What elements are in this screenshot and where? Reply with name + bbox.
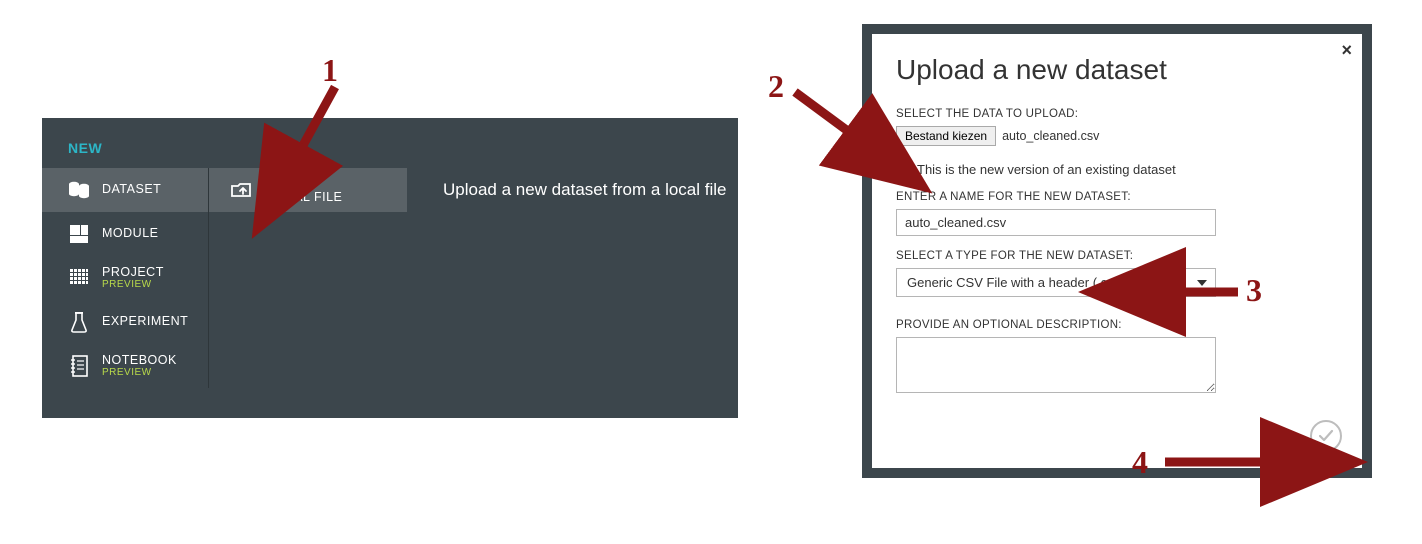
annotation-number-4: 4 [1132,444,1148,481]
dataset-type-value: Generic CSV File with a header (.csv) [907,275,1124,290]
sidebar-item-project[interactable]: PROJECT PREVIEW [42,256,208,300]
annotation-number-3: 3 [1246,272,1262,309]
annotation-number-2: 2 [768,68,784,105]
chosen-file-name: auto_cleaned.csv [1002,129,1099,143]
sidebar-item-experiment[interactable]: EXPERIMENT [42,300,208,344]
confirm-button[interactable] [1310,420,1342,452]
sidebar-item-label: MODULE [102,227,158,241]
sidebar-item-label: DATASET [102,183,161,197]
new-items-panel: NEW DATASET [42,118,738,418]
dialog-title: Upload a new dataset [896,54,1338,86]
sidebar-item-dataset[interactable]: DATASET [42,168,208,212]
empty-area [208,212,738,256]
experiment-row: EXPERIMENT [42,300,738,344]
project-row: PROJECT PREVIEW [42,256,738,300]
sidebar-item-module[interactable]: MODULE [42,212,208,256]
choose-file-button[interactable]: Bestand kiezen [896,126,996,146]
dataset-description-textarea[interactable] [896,337,1216,393]
close-icon[interactable]: × [1341,40,1352,61]
annotation-arrow-2 [790,82,890,162]
name-label: ENTER A NAME FOR THE NEW DATASET: [896,191,1338,203]
module-row: MODULE [42,212,738,256]
upload-dataset-dialog: × Upload a new dataset SELECT THE DATA T… [862,24,1372,478]
notebook-row: NOTEBOOK PREVIEW [42,344,738,388]
sidebar-item-label: NOTEBOOK [102,354,177,368]
annotation-arrow-3 [1158,282,1248,302]
empty-area [208,256,738,300]
file-chooser-row: Bestand kiezen auto_cleaned.csv [896,126,1338,146]
new-version-checkbox-row[interactable]: This is the new version of an existing d… [896,162,1338,177]
sidebar-item-label: EXPERIMENT [102,315,188,329]
type-label: SELECT A TYPE FOR THE NEW DATASET: [896,250,1338,262]
empty-area [208,300,738,344]
empty-area [208,344,738,388]
description-label: PROVIDE AN OPTIONAL DESCRIPTION: [896,319,1338,331]
new-version-label: This is the new version of an existing d… [917,162,1176,177]
experiment-icon [64,311,94,333]
annotation-arrow-4 [1160,452,1300,472]
new-version-checkbox[interactable] [896,163,909,176]
dataset-row: DATASET FROM LOCAL FILE Upload a new dat… [42,168,738,212]
dataset-name-input[interactable] [896,209,1216,236]
folder-upload-icon [227,180,257,200]
project-icon [64,268,94,288]
preview-tag: PREVIEW [102,367,177,378]
dataset-icon [64,180,94,200]
annotation-arrow-1 [280,82,360,182]
sidebar-item-notebook[interactable]: NOTEBOOK PREVIEW [42,344,208,388]
select-data-label: SELECT THE DATA TO UPLOAD: [896,108,1338,120]
option-description: Upload a new dataset from a local file [407,168,738,212]
check-icon [1317,427,1335,445]
panel-title: NEW [42,118,738,168]
module-icon [64,224,94,244]
option-label-line2: LOCAL FILE [267,190,342,205]
sidebar-item-label: PROJECT [102,266,164,280]
preview-tag: PREVIEW [102,279,164,290]
notebook-icon [64,355,94,377]
